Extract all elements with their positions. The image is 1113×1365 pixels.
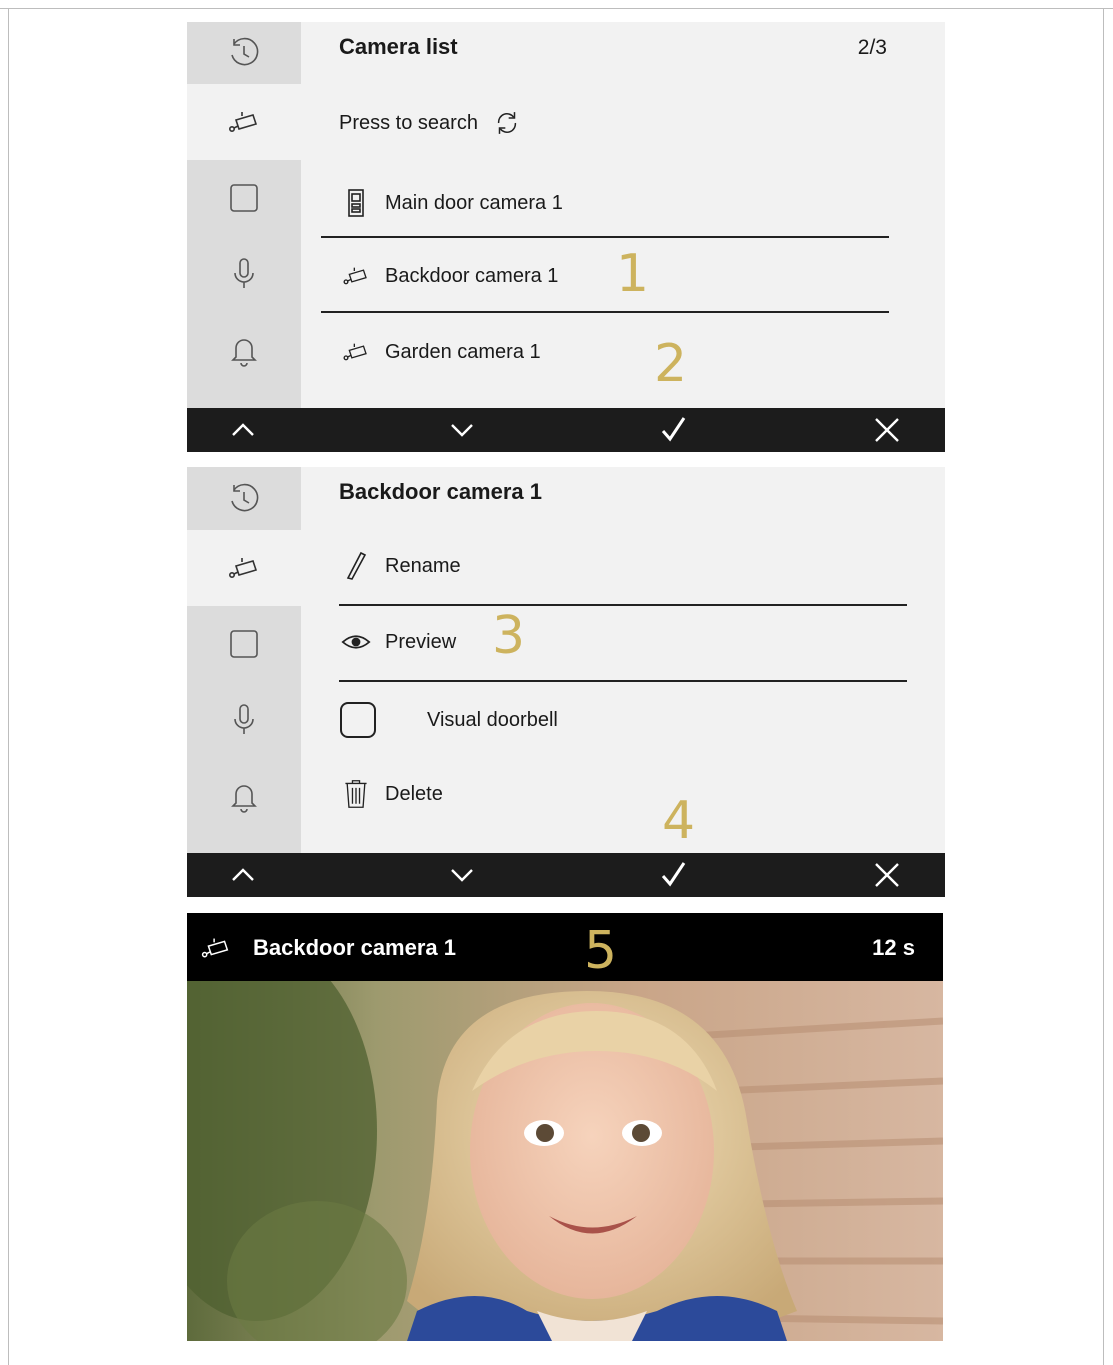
preview-menu-item[interactable]: Preview: [339, 625, 456, 659]
confirm-button[interactable]: [643, 408, 703, 452]
chevron-down-icon: [451, 424, 473, 437]
sidebar-item-bell[interactable]: [187, 312, 301, 388]
camera-video-feed[interactable]: [187, 981, 943, 1341]
microphone-icon: [234, 704, 254, 734]
preview-title: Backdoor camera 1: [253, 935, 456, 960]
bell-icon: [231, 785, 257, 813]
frame-border-right: [1103, 8, 1104, 1365]
callout-1: 1: [616, 244, 650, 304]
divider: [339, 604, 907, 606]
checkmark-icon: [661, 417, 686, 442]
list-item[interactable]: Main door camera 1: [339, 186, 563, 220]
confirm-button[interactable]: [643, 853, 703, 897]
menu-item-label: Rename: [385, 554, 461, 577]
camera-icon: [339, 259, 373, 293]
callout-2: 2: [654, 334, 688, 394]
close-button[interactable]: [857, 408, 917, 452]
page-title: Camera list: [339, 34, 458, 59]
preview-timer: 12 s: [872, 935, 915, 960]
sidebar-item-history[interactable]: [187, 467, 301, 530]
list-item-label: Main door camera 1: [385, 191, 563, 214]
chevron-up-icon: [232, 868, 254, 881]
sidebar-item-history[interactable]: [187, 22, 301, 84]
callout-5: 5: [584, 921, 618, 981]
frame-border-top: [0, 8, 1113, 9]
page-title: Backdoor camera 1: [339, 479, 542, 504]
sidebar-item-microphone[interactable]: [187, 236, 301, 312]
camera-detail-screen: Backdoor camera 1 Rename Preview Visual …: [187, 467, 945, 897]
history-icon: [231, 483, 259, 511]
pencil-icon: [339, 549, 373, 583]
divider: [339, 680, 907, 682]
sidebar: [187, 22, 301, 408]
visual-doorbell-toggle[interactable]: Visual doorbell: [339, 701, 558, 739]
scroll-up-button[interactable]: [213, 853, 273, 897]
search-label: Press to search: [339, 111, 478, 134]
camera-icon: [201, 938, 229, 958]
search-button[interactable]: Press to search: [339, 106, 536, 140]
scroll-down-button[interactable]: [432, 408, 492, 452]
sidebar: [187, 467, 301, 853]
camera-icon: [339, 335, 373, 369]
divider: [321, 311, 889, 313]
menu-item-label: Visual doorbell: [427, 708, 558, 731]
camera-icon: [228, 112, 258, 132]
frame-border-left: [8, 8, 9, 1365]
scroll-up-button[interactable]: [213, 408, 273, 452]
toolbar: [187, 853, 945, 897]
microphone-icon: [234, 258, 254, 288]
eye-icon: [339, 625, 373, 659]
sidebar-item-panel[interactable]: [187, 606, 301, 682]
close-button[interactable]: [857, 853, 917, 897]
callout-4: 4: [662, 791, 696, 851]
square-icon: [230, 630, 258, 658]
bell-icon: [231, 339, 257, 367]
camera-preview-screen: Backdoor camera 1 12 s: [187, 913, 943, 1341]
door-station-icon: [339, 186, 373, 220]
camera-detail-content: Backdoor camera 1 Rename Preview Visual …: [301, 467, 945, 853]
callout-3: 3: [492, 606, 526, 666]
list-item-label: Garden camera 1: [385, 340, 541, 363]
menu-item-label: Delete: [385, 782, 443, 805]
sidebar-item-microphone[interactable]: [187, 682, 301, 758]
toolbar: [187, 408, 945, 452]
camera-list-content: Camera list 2/3 Press to search Main doo…: [301, 22, 945, 408]
square-icon: [230, 184, 258, 212]
list-item[interactable]: Backdoor camera 1: [339, 259, 558, 293]
checkmark-icon: [661, 862, 686, 887]
sidebar-item-bell[interactable]: [187, 758, 301, 834]
history-icon: [231, 37, 259, 66]
checkbox-icon: [339, 701, 377, 739]
menu-item-label: Preview: [385, 630, 457, 653]
rename-menu-item[interactable]: Rename: [339, 549, 461, 583]
list-item-label: Backdoor camera 1: [385, 264, 559, 287]
sidebar-item-panel[interactable]: [187, 160, 301, 236]
close-icon: [875, 863, 899, 887]
trash-icon: [339, 777, 373, 811]
sidebar-item-camera[interactable]: [187, 530, 301, 606]
chevron-up-icon: [232, 423, 254, 436]
close-icon: [875, 418, 899, 442]
sidebar-item-camera[interactable]: [187, 84, 301, 160]
camera-list-screen: Camera list 2/3 Press to search Main doo…: [187, 22, 945, 452]
camera-icon: [228, 558, 258, 578]
preview-header: Backdoor camera 1 12 s: [187, 913, 943, 981]
list-item[interactable]: Garden camera 1: [339, 335, 541, 369]
page-indicator: 2/3: [857, 36, 887, 59]
delete-menu-item[interactable]: Delete: [339, 777, 443, 811]
chevron-down-icon: [451, 869, 473, 882]
refresh-icon: [490, 106, 524, 140]
scroll-down-button[interactable]: [432, 853, 492, 897]
divider: [321, 236, 889, 238]
